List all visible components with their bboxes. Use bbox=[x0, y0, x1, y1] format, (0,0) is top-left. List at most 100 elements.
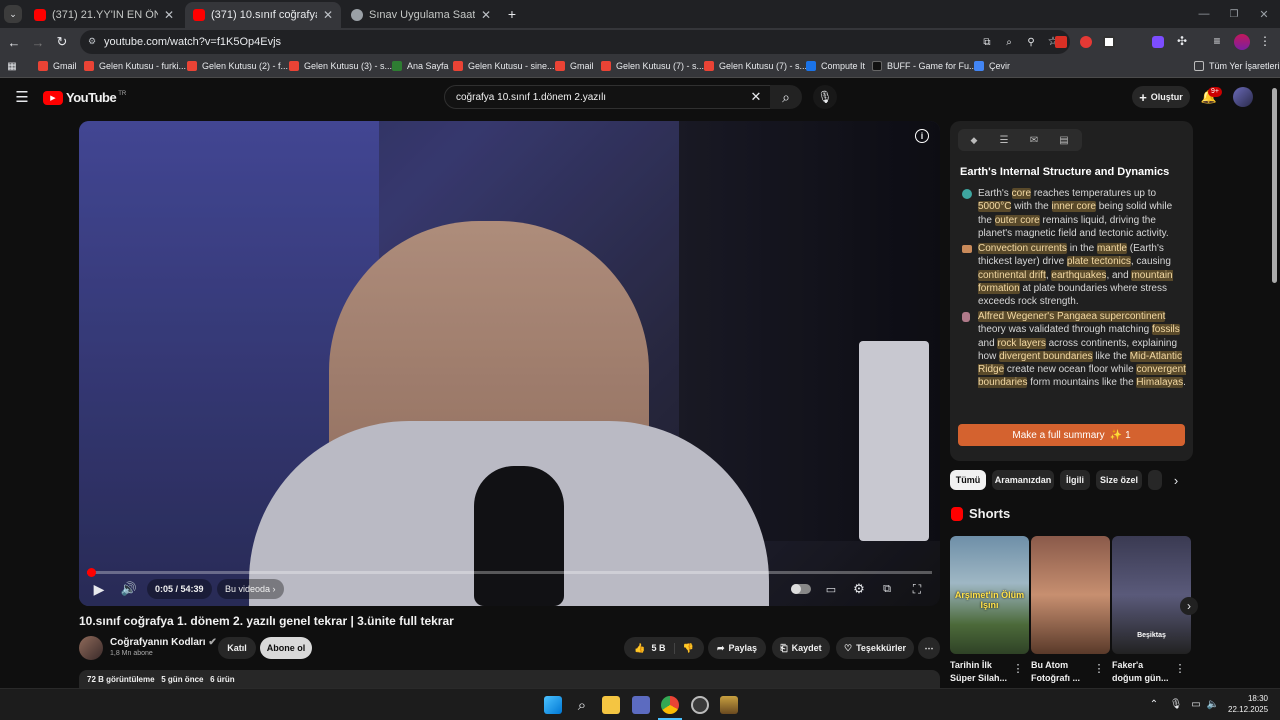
short-thumbnail-2[interactable] bbox=[1031, 536, 1110, 654]
bookmark-gelen-1[interactable]: Gelen Kutusu - furki... bbox=[84, 61, 186, 71]
chip-related[interactable]: İlgili bbox=[1060, 470, 1090, 490]
tab-1[interactable]: (371) 21.YY'IN EN ÖNEMLİ FİLO ✕ bbox=[26, 2, 182, 28]
back-icon[interactable]: ← bbox=[6, 34, 22, 50]
create-button[interactable]: + Oluştur bbox=[1132, 86, 1190, 108]
extension-box-icon[interactable] bbox=[1103, 36, 1115, 48]
channel-name-row[interactable]: Coğrafyanın Kodları ✔ bbox=[110, 637, 217, 648]
short-thumbnail-1[interactable]: Arşimet'in Ölüm Işını bbox=[950, 536, 1029, 654]
file-explorer-icon[interactable] bbox=[602, 696, 620, 714]
translate-icon[interactable]: ⚲ bbox=[1024, 35, 1038, 49]
microphone-tray-icon[interactable]: 🎙 bbox=[1170, 697, 1183, 711]
chrome-taskbar-icon[interactable] bbox=[661, 696, 679, 714]
extension-red-icon[interactable] bbox=[1055, 36, 1067, 48]
chevron-right-icon[interactable]: › bbox=[1168, 472, 1184, 488]
address-bar[interactable]: ⚙ youtube.com/watch?v=f1K5Op4Evjs ⧉ ⌕ ⚲ … bbox=[80, 30, 1070, 54]
extensions-puzzle-icon[interactable]: ✣ bbox=[1175, 34, 1189, 48]
extension-purple-icon[interactable] bbox=[1152, 36, 1164, 48]
install-app-icon[interactable]: ⧉ bbox=[980, 35, 994, 49]
close-tab-icon[interactable]: ✕ bbox=[323, 8, 333, 22]
short-more-icon[interactable]: ⋮ bbox=[1175, 662, 1186, 675]
chip-partial[interactable] bbox=[1148, 470, 1162, 490]
short-more-icon[interactable]: ⋮ bbox=[1013, 662, 1024, 675]
page-scrollbar[interactable] bbox=[1272, 88, 1277, 283]
network-icon[interactable]: ▭ bbox=[1190, 697, 1202, 711]
clear-search-icon[interactable]: ✕ bbox=[749, 89, 763, 104]
search-input[interactable]: coğrafya 10.sınıf 1.dönem 2.yazılı ✕ bbox=[444, 85, 772, 109]
make-full-summary-button[interactable]: Make a full summary ✨ 1 bbox=[958, 424, 1185, 446]
volume-tray-icon[interactable]: 🔈 bbox=[1207, 697, 1219, 711]
like-button[interactable]: 👍 5 B bbox=[634, 642, 675, 654]
subtitles-icon[interactable]: ▭ bbox=[823, 581, 839, 597]
close-tab-icon[interactable]: ✕ bbox=[164, 8, 174, 22]
account-avatar[interactable] bbox=[1233, 87, 1253, 107]
reload-icon[interactable]: ↻ bbox=[54, 34, 70, 50]
search-icon[interactable]: ⌕ bbox=[573, 696, 591, 714]
bookmark-gmail-2[interactable]: Gmail bbox=[555, 61, 594, 71]
subscribe-button[interactable]: Abone ol bbox=[260, 637, 312, 659]
info-icon[interactable]: i bbox=[915, 129, 929, 143]
youtube-logo[interactable]: ▶ YouTube TR bbox=[43, 90, 126, 105]
progress-scrubber[interactable] bbox=[87, 568, 96, 577]
media-controls-icon[interactable]: ≡ bbox=[1210, 34, 1224, 48]
transcript-icon[interactable]: ▤ bbox=[1058, 134, 1070, 146]
site-info-icon[interactable]: ⚙ bbox=[86, 35, 98, 47]
bookmark-buff[interactable]: BUFF - Game for Fu... bbox=[872, 61, 977, 71]
chip-for-you[interactable]: Size özel bbox=[1096, 470, 1142, 490]
tab-search-icon[interactable]: ⌄ bbox=[4, 5, 22, 23]
dislike-button[interactable]: 👎 bbox=[675, 643, 694, 654]
fullscreen-icon[interactable]: ⛶ bbox=[909, 581, 925, 597]
thanks-button[interactable]: ♡ Teşekkürler bbox=[836, 637, 914, 659]
tab-3[interactable]: Sınav Uygulama Saatleri (2025- ✕ bbox=[343, 2, 499, 28]
miniplayer-icon[interactable]: ⧉ bbox=[879, 581, 895, 597]
all-bookmarks[interactable]: Tüm Yer İşaretleri bbox=[1194, 61, 1280, 71]
close-tab-icon[interactable]: ✕ bbox=[481, 8, 491, 22]
restore-icon[interactable]: ❐ bbox=[1226, 6, 1242, 22]
minimize-icon[interactable]: — bbox=[1196, 6, 1212, 22]
voice-search-icon[interactable]: 🎙 bbox=[813, 85, 837, 109]
bookmark-gmail[interactable]: Gmail bbox=[38, 61, 77, 71]
save-button[interactable]: ⎗ Kaydet bbox=[772, 637, 830, 659]
menu-hamburger-icon[interactable]: ☰ bbox=[14, 89, 30, 106]
chat-icon[interactable]: ✉ bbox=[1028, 134, 1040, 146]
list-icon[interactable]: ☰ bbox=[998, 134, 1010, 146]
short-title[interactable]: Bu Atom Fotoğrafı ... bbox=[1031, 659, 1091, 685]
chapter-button[interactable]: Bu videoda › bbox=[217, 579, 284, 599]
chip-all[interactable]: Tümü bbox=[950, 470, 986, 490]
channel-avatar[interactable] bbox=[79, 636, 103, 660]
video-player[interactable]: i ▶ 🔊 0:05 / 54:39 Bu videoda › ▭ ⚙ ⧉ ⛶ bbox=[79, 121, 940, 606]
close-window-icon[interactable]: ✕ bbox=[1256, 6, 1272, 22]
bookmark-ana-sayfa[interactable]: Ana Sayfa bbox=[392, 61, 449, 71]
short-title[interactable]: Tarihin İlk Süper Silah... bbox=[950, 659, 1010, 685]
bookmark-gelen-7a[interactable]: Gelen Kutusu (7) - s... bbox=[601, 61, 704, 71]
bookmark-cevir[interactable]: Çevir bbox=[974, 61, 1010, 71]
progress-track[interactable] bbox=[87, 568, 932, 577]
bookmark-compute-it[interactable]: Compute It bbox=[806, 61, 865, 71]
tab-2-active[interactable]: (371) 10.sınıf coğrafya 1. dönem ✕ bbox=[185, 2, 341, 28]
bookmark-gelen-7b[interactable]: Gelen Kutusu (7) - s... bbox=[704, 61, 807, 71]
bookmark-gelen-3[interactable]: Gelen Kutusu (3) - s... bbox=[289, 61, 392, 71]
clock[interactable]: 18:30 22.12.2025 bbox=[1228, 693, 1268, 715]
more-actions-icon[interactable]: ⋯ bbox=[918, 637, 940, 659]
profile-avatar[interactable] bbox=[1234, 34, 1250, 50]
bookmark-gelen-sine[interactable]: Gelen Kutusu - sine... bbox=[453, 61, 555, 71]
chrome-menu-icon[interactable]: ⋮ bbox=[1258, 34, 1272, 48]
app-icon[interactable] bbox=[632, 696, 650, 714]
forward-icon[interactable]: → bbox=[30, 34, 46, 50]
join-button[interactable]: Katıl bbox=[218, 637, 256, 659]
game-icon[interactable] bbox=[720, 696, 738, 714]
steam-icon[interactable] bbox=[691, 696, 709, 714]
search-button[interactable]: ⌕ bbox=[770, 85, 802, 109]
zoom-icon[interactable]: ⌕ bbox=[1002, 35, 1016, 49]
tray-chevron-icon[interactable]: ⌃ bbox=[1148, 697, 1160, 711]
settings-gear-icon[interactable]: ⚙ bbox=[851, 581, 867, 597]
chip-from-search[interactable]: Aramanızdan bbox=[992, 470, 1054, 490]
short-more-icon[interactable]: ⋮ bbox=[1094, 662, 1105, 675]
share-button[interactable]: ➦ Paylaş bbox=[708, 637, 766, 659]
description-box[interactable]: 72 B görüntüleme 5 gün önce 6 ürün bbox=[79, 670, 940, 688]
autoplay-toggle[interactable] bbox=[791, 584, 811, 594]
new-tab-icon[interactable]: + bbox=[504, 6, 520, 22]
short-title[interactable]: Faker'a doğum gün... bbox=[1112, 659, 1172, 685]
apps-grid-icon[interactable]: ▦ bbox=[6, 60, 18, 72]
bookmark-gelen-2[interactable]: Gelen Kutusu (2) - f... bbox=[187, 61, 288, 71]
volume-icon[interactable]: 🔊 bbox=[121, 581, 137, 597]
